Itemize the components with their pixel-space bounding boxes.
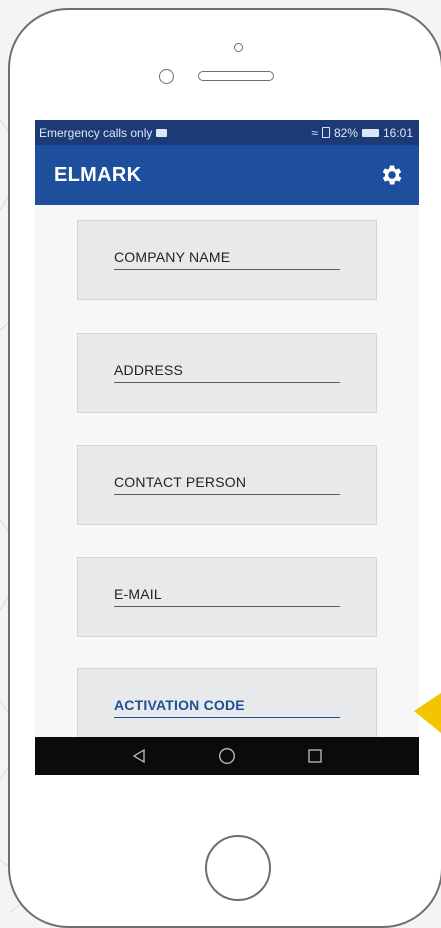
recents-button[interactable]: [303, 744, 327, 768]
registration-form: COMPANY NAME ADDRESS CONTACT PERSON E-MA…: [35, 205, 419, 748]
email-field[interactable]: E-MAIL: [77, 557, 377, 637]
wifi-icon: ≈: [311, 125, 318, 140]
activation-code-underline: [114, 717, 340, 718]
back-button[interactable]: [127, 744, 151, 768]
home-nav-button[interactable]: [215, 744, 239, 768]
company-name-label: COMPANY NAME: [114, 249, 231, 265]
nfc-icon: [321, 127, 330, 138]
proximity-sensor-icon: [159, 69, 174, 84]
activation-code-field[interactable]: ACTIVATION CODE: [77, 668, 377, 748]
gear-icon[interactable]: [379, 162, 405, 188]
home-button[interactable]: [205, 835, 271, 901]
android-nav-bar: [35, 737, 419, 775]
activation-code-label: ACTIVATION CODE: [114, 697, 245, 713]
back-icon: [132, 748, 145, 764]
sim-icon: [156, 128, 168, 137]
status-time: 16:01: [382, 125, 413, 140]
contact-person-label: CONTACT PERSON: [114, 474, 247, 490]
address-field[interactable]: ADDRESS: [77, 333, 377, 413]
app-title: ELMARK: [54, 163, 142, 186]
email-underline: [114, 606, 340, 607]
pointer-arrow-icon: [414, 693, 441, 733]
battery-percent: 82%: [333, 125, 358, 140]
earpiece-speaker-icon: [198, 71, 274, 81]
carrier-text: Emergency calls only: [39, 125, 153, 140]
app-bar: ELMARK: [35, 145, 419, 205]
status-bar: Emergency calls only ≈ 82% 16:01: [35, 120, 419, 145]
battery-icon: [361, 128, 379, 137]
contact-person-field[interactable]: CONTACT PERSON: [77, 445, 377, 525]
company-name-field[interactable]: COMPANY NAME: [77, 220, 377, 300]
home-circle-icon: [219, 748, 235, 764]
email-label: E-MAIL: [114, 586, 162, 602]
address-underline: [114, 382, 340, 383]
address-label: ADDRESS: [114, 362, 184, 378]
front-camera-icon: [234, 43, 243, 52]
contact-person-underline: [114, 494, 340, 495]
recents-square-icon: [308, 749, 322, 763]
phone-screen: Emergency calls only ≈ 82% 16:01 ELMARK …: [35, 120, 419, 775]
company-name-underline: [114, 269, 340, 270]
